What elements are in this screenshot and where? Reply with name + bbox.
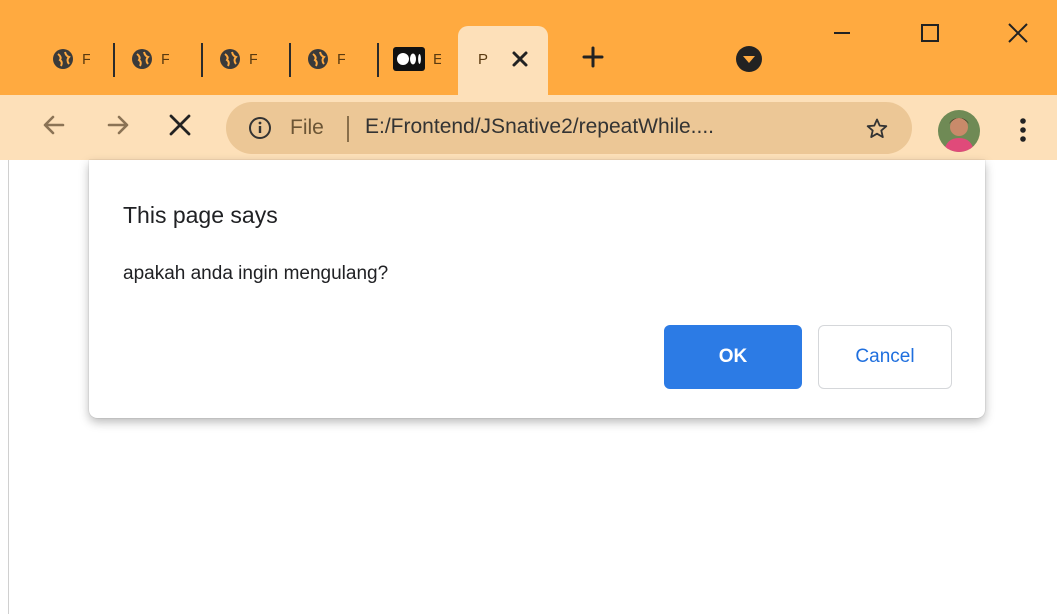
tab-5[interactable]: E [393, 40, 441, 78]
globe-icon [131, 48, 153, 70]
minimize-button[interactable] [798, 0, 886, 70]
tab-title: P [478, 51, 489, 68]
maximize-button[interactable] [886, 0, 974, 70]
maximize-icon [920, 23, 940, 48]
minimize-icon [832, 23, 852, 48]
ok-button[interactable]: OK [664, 325, 802, 389]
tab-close-icon[interactable] [504, 43, 536, 75]
tab-title: F [161, 50, 169, 68]
arrow-right-icon [105, 112, 131, 143]
arrow-left-icon [41, 112, 67, 143]
chip-divider [347, 116, 349, 142]
tab-search-button[interactable] [734, 45, 764, 78]
info-icon[interactable] [248, 116, 272, 140]
new-tab-button[interactable] [576, 42, 610, 76]
tab-separator [377, 43, 379, 77]
tab-active[interactable]: P [458, 26, 548, 95]
globe-icon [219, 48, 241, 70]
tab-title: F [249, 50, 257, 68]
chevron-down-icon [735, 45, 763, 78]
site-info-chip[interactable]: File [290, 116, 324, 140]
back-button[interactable] [34, 107, 74, 147]
tab-1[interactable]: F [52, 40, 90, 78]
stop-loading-button[interactable] [160, 107, 200, 147]
tab-3[interactable]: F [219, 40, 257, 78]
tab-separator [289, 43, 291, 77]
plus-icon [582, 46, 604, 73]
close-icon [168, 113, 192, 142]
forward-button[interactable] [98, 107, 138, 147]
browser-menu-button[interactable] [1008, 112, 1038, 152]
globe-icon [52, 48, 74, 70]
cancel-button[interactable]: Cancel [818, 325, 952, 389]
tab-2[interactable]: F [131, 40, 169, 78]
url-text[interactable]: E:/Frontend/JSnative2/repeatWhile.... [365, 115, 714, 139]
tab-separator [201, 43, 203, 77]
tab-title: F [337, 50, 345, 68]
medium-logo-icon [393, 47, 425, 71]
dialog-message: apakah anda ingin mengulang? [123, 263, 389, 284]
dialog-heading: This page says [123, 202, 278, 228]
more-vertical-icon [1019, 117, 1027, 148]
page-border [8, 160, 9, 614]
profile-avatar[interactable] [938, 110, 980, 152]
tab-strip: F F F F E P [0, 0, 1057, 95]
close-icon [1007, 22, 1029, 49]
address-bar[interactable]: File E:/Frontend/JSnative2/repeatWhile..… [226, 102, 912, 154]
tab-title: E [433, 50, 441, 68]
bookmark-star-icon[interactable] [862, 114, 892, 144]
tab-separator [113, 43, 115, 77]
alert-dialog: This page says apakah anda ingin mengula… [89, 160, 985, 418]
tab-4[interactable]: F [307, 40, 345, 78]
globe-icon [307, 48, 329, 70]
tab-title: F [82, 50, 90, 68]
window-close-button[interactable] [974, 0, 1057, 70]
